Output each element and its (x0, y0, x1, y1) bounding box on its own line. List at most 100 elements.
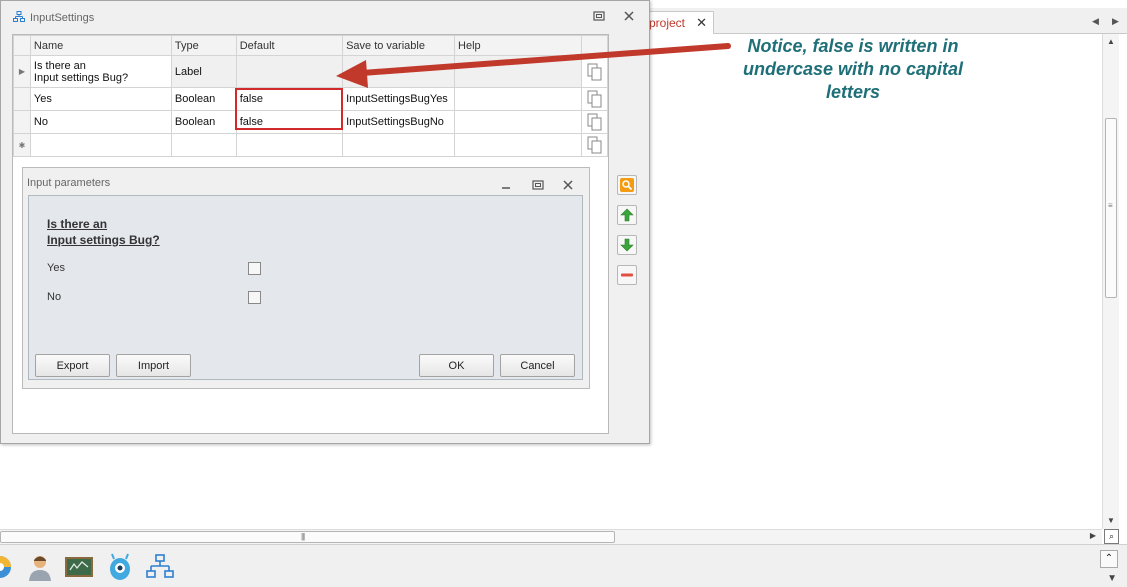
cell-help[interactable] (454, 110, 583, 134)
cell-type[interactable]: Label (170, 55, 237, 88)
move-up-button[interactable] (617, 205, 637, 225)
arrow-up-icon (620, 208, 634, 222)
column-header-name[interactable]: Name (29, 35, 172, 56)
new-row[interactable]: ✱ (13, 133, 608, 157)
scroll-right-icon[interactable]: ▶ (1090, 531, 1096, 540)
yes-label: Yes (47, 262, 65, 274)
tab-close-icon[interactable]: ✕ (696, 15, 707, 31)
vertical-scroll-thumb[interactable]: ≡ (1105, 118, 1117, 298)
scroll-grip-icon: ≡ (1108, 201, 1113, 210)
ok-button[interactable]: OK (419, 354, 494, 377)
scroll-grip-icon: ||| (301, 532, 305, 541)
new-row-indicator-icon: ✱ (13, 133, 31, 157)
colorful-app-icon[interactable] (0, 551, 16, 583)
remove-button[interactable] (617, 265, 637, 285)
cell-default[interactable]: false (235, 110, 344, 134)
row-indicator (13, 87, 31, 111)
horizontal-scroll-thumb[interactable]: ||| (0, 531, 615, 543)
toolbar-more-icon[interactable]: ▼ (1107, 573, 1117, 584)
yes-checkbox[interactable] (248, 262, 261, 275)
cell-save-to-variable[interactable]: InputSettingsBugNo (342, 110, 456, 134)
tab-next-icon[interactable]: ▶ (1112, 16, 1119, 27)
zoom-icon[interactable]: ⌕ (1104, 529, 1119, 544)
copy-icon (587, 63, 602, 80)
panel-title: Input parameters (27, 177, 111, 189)
close-icon[interactable] (561, 179, 575, 191)
annotation-line: undercase with no capital (742, 59, 964, 79)
network-diagram-icon (13, 11, 25, 22)
chalkboard-icon[interactable] (63, 551, 95, 583)
new-row-cell[interactable] (170, 133, 237, 157)
vertical-scrollbar[interactable]: ▲ ≡ ▼ (1102, 34, 1119, 529)
column-header-save-to-variable[interactable]: Save to variable (342, 35, 456, 56)
table-row[interactable]: ▶ Is there an Input settings Bug? Label (13, 55, 608, 88)
window-title-bar[interactable]: InputSettings (1, 1, 649, 31)
column-header-default[interactable]: Default (235, 35, 344, 56)
new-row-cell[interactable] (235, 133, 344, 157)
cell-name[interactable]: Yes (29, 87, 172, 111)
copy-icon (587, 136, 602, 154)
table-row[interactable]: No Boolean false InputSettingsBugNo (13, 110, 608, 134)
horizontal-scrollbar[interactable]: ||| ▶ (0, 529, 1102, 544)
question-label-line: Is there an (47, 217, 108, 231)
input-parameters-panel: Input parameters Is there an Input setti… (22, 167, 590, 389)
toolbar-expand-icon[interactable]: ⌃ (1100, 550, 1118, 568)
copy-row-button[interactable] (581, 55, 608, 88)
current-row-indicator-icon: ▶ (13, 55, 31, 88)
cell-name[interactable]: No (29, 110, 172, 134)
user-icon[interactable] (24, 551, 56, 583)
no-label: No (47, 291, 62, 303)
export-button[interactable]: Export (35, 354, 110, 377)
robot-mascot-icon[interactable] (104, 551, 136, 583)
new-row-cell[interactable] (342, 133, 456, 157)
row-indicator-header (13, 35, 31, 56)
copy-icon (587, 113, 602, 131)
tab-prev-icon[interactable]: ◀ (1092, 16, 1099, 27)
minimize-icon[interactable] (499, 179, 513, 191)
column-header-type[interactable]: Type (170, 35, 237, 56)
cell-save-to-variable[interactable] (342, 55, 456, 88)
cell-help[interactable] (454, 55, 583, 88)
cell-type[interactable]: Boolean (170, 110, 237, 134)
cell-help[interactable] (454, 87, 583, 111)
input-settings-window: InputSettings Name Type Default Save to … (0, 0, 650, 444)
scroll-down-icon[interactable]: ▼ (1107, 516, 1115, 525)
tab-project-label: project (649, 16, 686, 30)
arrow-down-icon (620, 238, 634, 252)
input-parameters-form: Is there an Input settings Bug? Yes No E… (28, 195, 583, 380)
restore-icon[interactable] (592, 10, 606, 22)
restore-icon[interactable] (531, 179, 545, 191)
annotation-note: Notice, false is written in undercase wi… (722, 35, 984, 104)
tab-project[interactable]: project ✕ (640, 11, 714, 34)
copy-icon (587, 90, 602, 108)
minus-icon (621, 273, 633, 277)
cell-save-to-variable[interactable]: InputSettingsBugYes (342, 87, 456, 111)
table-header-row: Name Type Default Save to variable Help (13, 35, 608, 56)
copy-row-button[interactable] (581, 133, 608, 157)
cell-name[interactable]: Is there an Input settings Bug? (29, 55, 172, 88)
cell-type[interactable]: Boolean (170, 87, 237, 111)
copy-row-button[interactable] (581, 87, 608, 111)
annotation-line: Notice, false is written in (747, 36, 959, 56)
settings-grid: Name Type Default Save to variable Help … (12, 34, 609, 434)
new-row-cell[interactable] (454, 133, 583, 157)
question-label-line: Input settings Bug? (47, 233, 160, 247)
scroll-up-icon[interactable]: ▲ (1107, 37, 1115, 46)
column-header-help[interactable]: Help (454, 35, 583, 56)
cancel-button[interactable]: Cancel (500, 354, 575, 377)
cell-default[interactable] (235, 55, 344, 88)
table-row[interactable]: Yes Boolean false InputSettingsBugYes (13, 87, 608, 111)
search-button[interactable] (617, 175, 637, 195)
bottom-toolbar: ⌃ ▼ (0, 544, 1127, 587)
network-diagram-icon[interactable] (144, 551, 176, 583)
copy-row-button[interactable] (581, 110, 608, 134)
row-indicator (13, 110, 31, 134)
close-icon[interactable] (622, 10, 636, 22)
no-checkbox[interactable] (248, 291, 261, 304)
move-down-button[interactable] (617, 235, 637, 255)
new-row-cell[interactable] (29, 133, 172, 157)
cell-default[interactable]: false (235, 87, 344, 111)
question-label: Is there an Input settings Bug? (47, 216, 160, 248)
import-button[interactable]: Import (116, 354, 191, 377)
action-column-header (581, 35, 608, 56)
